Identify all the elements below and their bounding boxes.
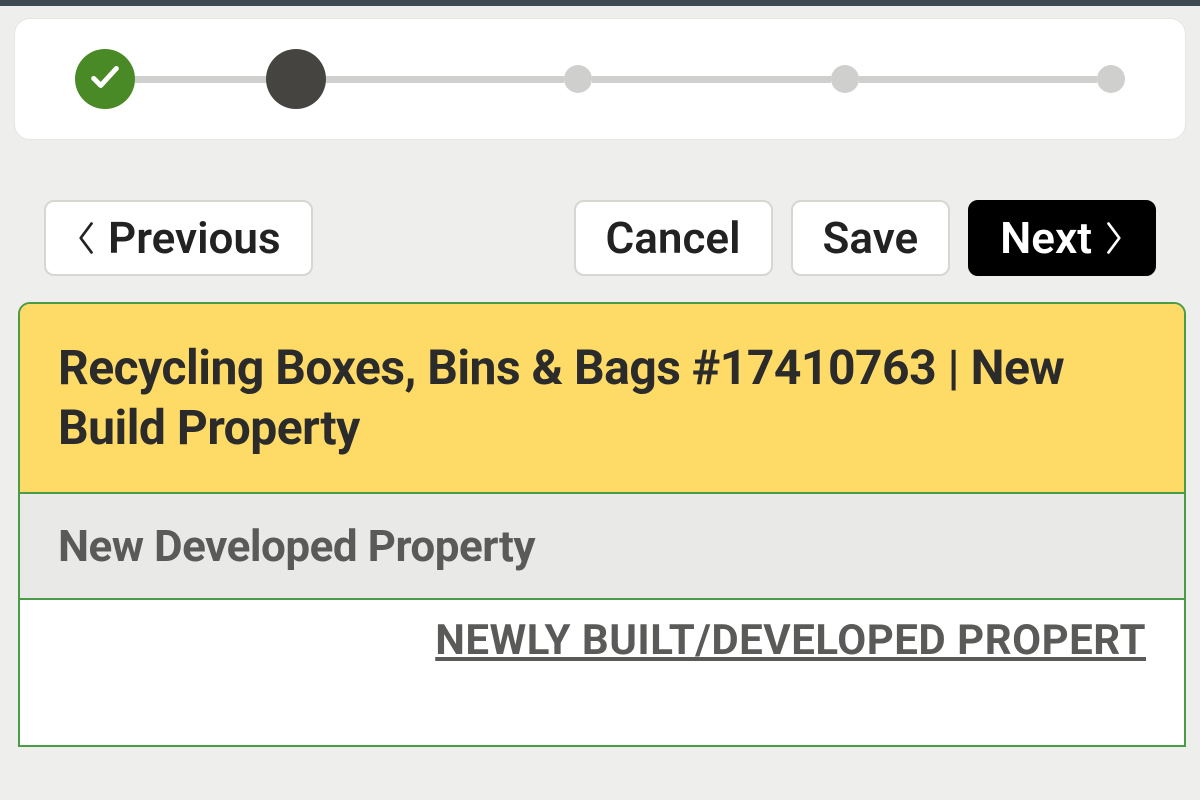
previous-button[interactable]: Previous <box>44 200 313 276</box>
panel-subtitle: New Developed Property <box>58 520 1146 572</box>
panel-title: Recycling Boxes, Bins & Bags #17410763 |… <box>58 338 1146 458</box>
cancel-label: Cancel <box>606 216 741 260</box>
step-1-completed <box>75 49 135 109</box>
chevron-left-icon <box>76 220 98 256</box>
check-icon <box>88 60 122 98</box>
cancel-button[interactable]: Cancel <box>574 200 773 276</box>
save-label: Save <box>823 216 919 260</box>
form-panel: Recycling Boxes, Bins & Bags #17410763 |… <box>18 302 1186 747</box>
step-connector <box>326 76 564 83</box>
save-button[interactable]: Save <box>791 200 951 276</box>
step-4-future <box>831 65 859 93</box>
step-connector <box>592 76 830 83</box>
progress-stepper <box>14 18 1186 140</box>
step-5-future <box>1097 65 1125 93</box>
panel-subheader: New Developed Property <box>20 494 1184 600</box>
action-button-row: Previous Cancel Save Next <box>14 200 1186 302</box>
step-connector <box>135 76 266 83</box>
previous-label: Previous <box>108 216 281 260</box>
panel-body: NEWLY BUILT/DEVELOPED PROPERT <box>20 600 1184 745</box>
panel-header: Recycling Boxes, Bins & Bags #17410763 |… <box>20 304 1184 494</box>
next-button[interactable]: Next <box>968 200 1156 276</box>
panel-body-heading: NEWLY BUILT/DEVELOPED PROPERT <box>435 616 1146 665</box>
chevron-right-icon <box>1102 220 1124 256</box>
step-3-future <box>564 65 592 93</box>
step-2-current <box>266 49 326 109</box>
step-connector <box>859 76 1097 83</box>
next-label: Next <box>1000 216 1092 260</box>
